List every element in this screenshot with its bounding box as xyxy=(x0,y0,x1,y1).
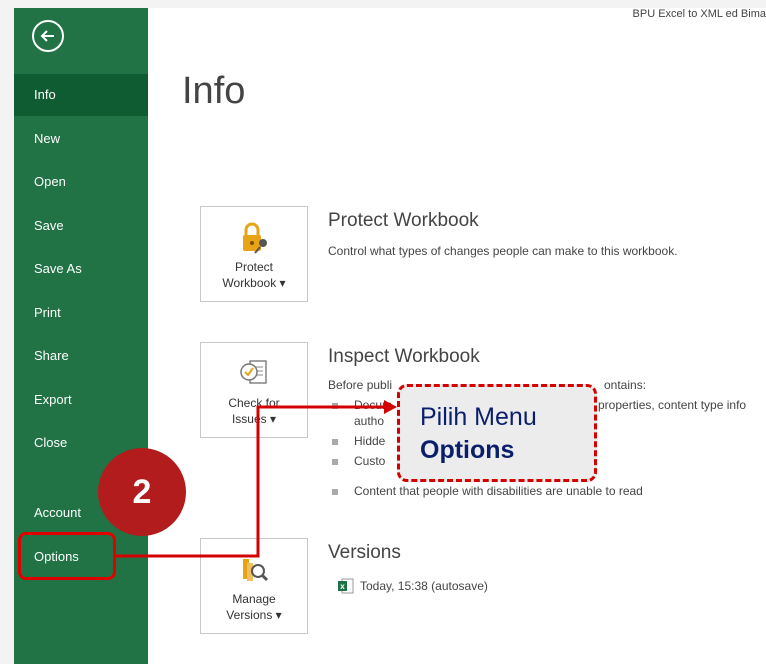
step-number-badge: 2 xyxy=(98,448,186,536)
annotation-callout: Pilih Menu Options xyxy=(397,384,597,482)
callout-line-2: Options xyxy=(420,436,515,464)
options-highlight-box xyxy=(18,532,116,580)
excel-backstage: Info New Open Save Save As Print Share E… xyxy=(0,0,766,664)
callout-line-1: Pilih Menu xyxy=(420,403,537,431)
